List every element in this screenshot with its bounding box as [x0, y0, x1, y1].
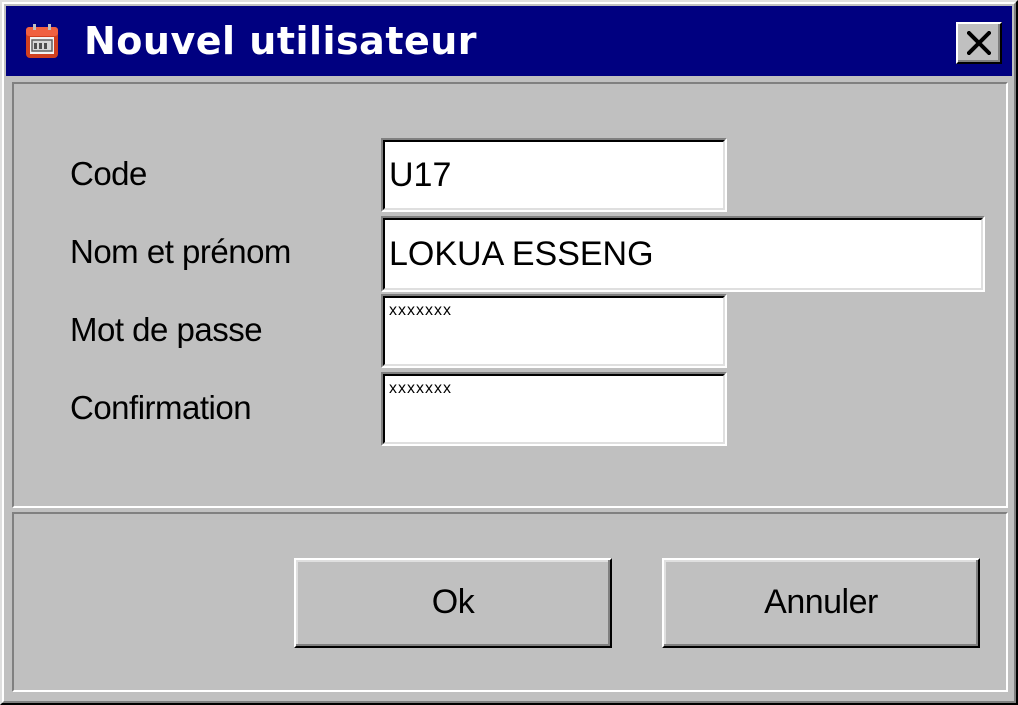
code-field-wrap — [381, 138, 727, 212]
dialog-window: Nouvel utilisateur Code Nom et prénom Mo… — [0, 0, 1018, 705]
window-title: Nouvel utilisateur — [84, 19, 478, 63]
name-field-wrap — [381, 216, 985, 292]
confirmation-label: Confirmation — [70, 389, 252, 426]
ok-button[interactable]: Ok — [294, 558, 612, 648]
calendar-icon — [24, 24, 60, 60]
close-icon — [967, 31, 991, 55]
title-bar[interactable]: Nouvel utilisateur — [6, 6, 1012, 76]
confirmation-field-wrap — [381, 372, 727, 446]
cancel-button[interactable]: Annuler — [662, 558, 980, 648]
name-input[interactable] — [381, 216, 985, 292]
code-input[interactable] — [381, 138, 727, 212]
close-button[interactable] — [956, 22, 1002, 64]
password-label: Mot de passe — [70, 311, 263, 348]
confirmation-input[interactable] — [381, 372, 727, 446]
password-input[interactable] — [381, 294, 727, 368]
code-label: Code — [70, 155, 147, 192]
password-field-wrap — [381, 294, 727, 368]
name-label: Nom et prénom — [70, 233, 291, 270]
